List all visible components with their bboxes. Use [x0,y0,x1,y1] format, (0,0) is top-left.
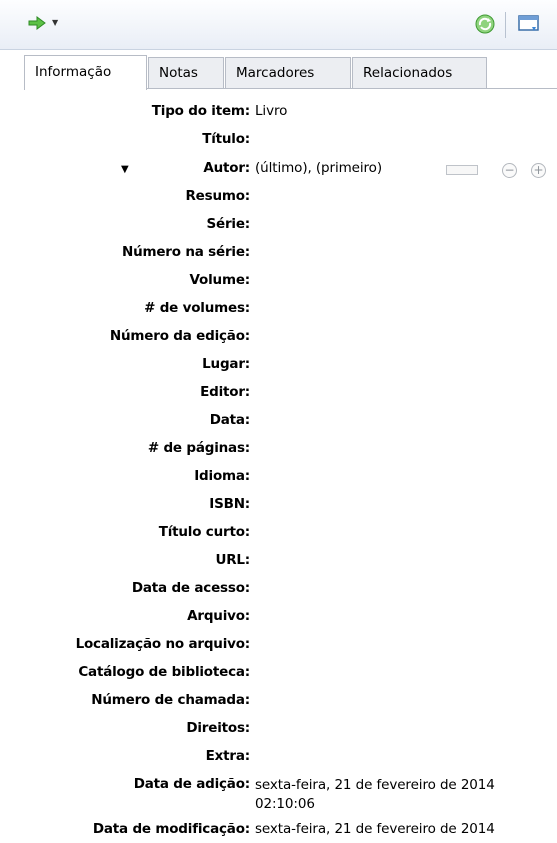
field-label: # de páginas: [147,440,250,456]
field-row: Resumo: [0,188,557,210]
field-row: Data de modificação: sexta-feira, 21 de … [0,821,557,843]
field-row: Editor: [0,384,557,406]
field-row: Direitos: [0,720,557,742]
field-label: Arquivo: [187,608,250,624]
toolbar-separator [505,12,506,38]
field-label: Localização no arquivo: [75,636,251,652]
date-modified-value: sexta-feira, 21 de fevereiro de 2014 [255,821,495,837]
field-label: Data de modificação: [92,821,250,837]
tab-informacao[interactable]: Informação [24,55,147,90]
new-window-icon[interactable] [517,13,541,35]
item-pane-tabs: Informação Notas Marcadores Relacionados [0,55,557,90]
field-row: Número na série: [0,244,557,266]
switch-name-mode-button[interactable] [446,165,478,175]
field-label: Número de chamada: [91,692,250,708]
field-label: Título curto: [158,524,251,540]
field-label: Número da edição: [109,328,250,344]
author-value[interactable]: (último), (primeiro) [255,160,382,176]
field-row: URL: [0,552,557,574]
field-row: Número da edição: [0,328,557,350]
field-row: Lugar: [0,356,557,378]
field-row: # de volumes: [0,300,557,322]
field-label: Lugar: [202,356,250,372]
field-row: Arquivo: [0,608,557,630]
tab-relacionados[interactable]: Relacionados [352,57,487,89]
field-row: Data de adição: sexta-feira, 21 de fever… [0,776,557,820]
field-row: Número de chamada: [0,692,557,714]
field-row: Localização no arquivo: [0,636,557,658]
field-label: ISBN: [209,496,250,512]
toolbar: ▼ [0,0,557,50]
author-row: ▼ Autor: (último), (primeiro) − + [0,160,557,182]
field-label: # de volumes: [144,300,250,316]
field-row: Idioma: [0,468,557,490]
field-label: Data: [209,412,250,428]
field-label: Idioma: [194,468,250,484]
field-row: Série: [0,216,557,238]
date-added-value: sexta-feira, 21 de fevereiro de 2014 02:… [255,777,495,812]
field-label: Volume: [189,272,251,288]
field-label: Número na série: [121,244,250,260]
field-row: Extra: [0,748,557,770]
field-row: Catálogo de biblioteca: [0,664,557,686]
tab-notas[interactable]: Notas [148,57,224,89]
field-row: Tipo do item: Livro [0,103,557,125]
field-row: Data: [0,412,557,434]
caret-down-icon: ▼ [52,18,59,27]
navigate-button[interactable]: ▼ [28,16,58,30]
field-label: Resumo: [185,188,250,204]
field-row: ISBN: [0,496,557,518]
field-label: Série: [206,216,250,232]
field-label: Tipo do item: [151,103,250,119]
field-label: Data de adição: [133,776,250,792]
field-row: Título: [0,131,557,153]
field-label[interactable]: Autor: [203,160,250,176]
field-row: Volume: [0,272,557,294]
field-row: # de páginas: [0,440,557,462]
field-label: URL: [215,552,250,568]
field-label: Título: [202,131,250,147]
field-row: Data de acesso: [0,580,557,602]
add-creator-button[interactable]: + [531,163,546,178]
field-label: Catálogo de biblioteca: [78,664,250,680]
creator-type-dropdown-icon[interactable]: ▼ [121,164,129,175]
field-label: Data de acesso: [131,580,250,596]
field-row: Título curto: [0,524,557,546]
field-label: Extra: [205,748,251,764]
remove-creator-button[interactable]: − [502,163,517,178]
sync-icon[interactable] [474,13,496,35]
field-label: Editor: [200,384,250,400]
green-arrow-icon [28,16,46,30]
tab-marcadores[interactable]: Marcadores [225,57,351,89]
field-label: Direitos: [186,720,250,736]
item-type-value[interactable]: Livro [255,103,287,119]
